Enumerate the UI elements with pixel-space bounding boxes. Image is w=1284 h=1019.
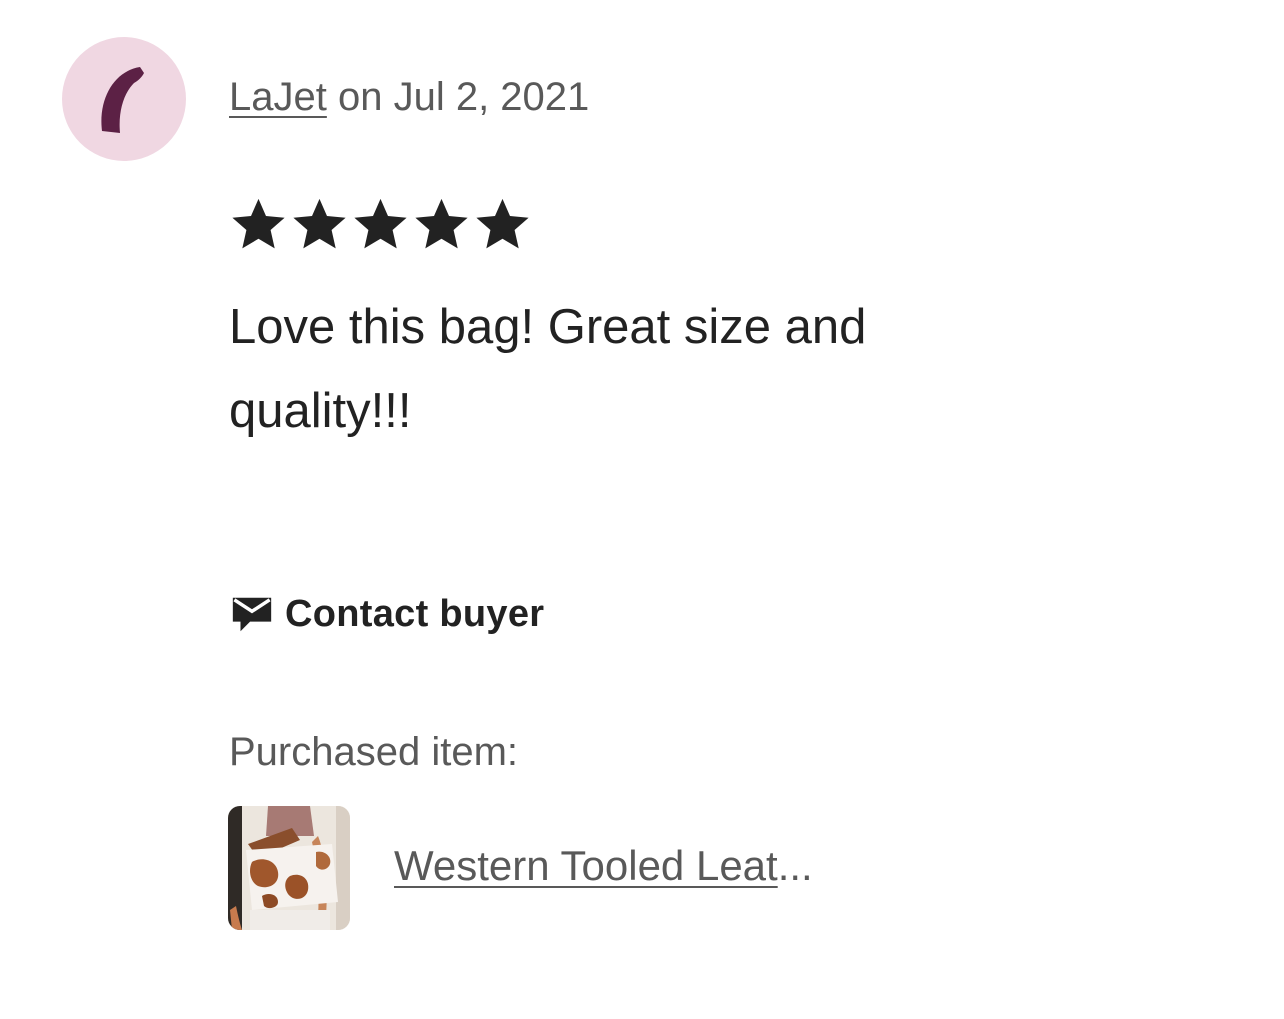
author-link[interactable]: LaJet <box>229 75 327 119</box>
review-card: LaJet on Jul 2, 2021 Love this bag! Grea… <box>0 0 1284 1019</box>
star-rating <box>229 195 532 253</box>
message-icon <box>232 597 272 632</box>
contact-buyer-button[interactable]: Contact buyer <box>229 586 544 642</box>
star-icon <box>354 198 407 249</box>
star-icon <box>476 198 529 249</box>
purchased-item-link[interactable]: Western Tooled Leat... <box>394 840 813 892</box>
review-text: Love this bag! Great size and quality!!! <box>229 300 867 438</box>
item-thumbnail[interactable] <box>228 806 350 930</box>
star-icon <box>415 198 468 249</box>
purchased-item-label: Purchased item: <box>229 730 519 774</box>
item-thumbnail-image <box>228 806 350 930</box>
star-icon <box>232 198 285 249</box>
avatar[interactable] <box>62 37 186 161</box>
contact-buyer-label: Contact buyer <box>285 592 545 635</box>
review-date: on Jul 2, 2021 <box>326 75 590 119</box>
avatar-mark-icon <box>101 67 144 133</box>
item-title-ellipsis: ... <box>777 842 813 889</box>
review-meta: LaJet on Jul 2, 2021 <box>229 72 589 122</box>
item-title: Western Tooled Leat <box>394 842 778 889</box>
star-icon <box>293 198 346 249</box>
